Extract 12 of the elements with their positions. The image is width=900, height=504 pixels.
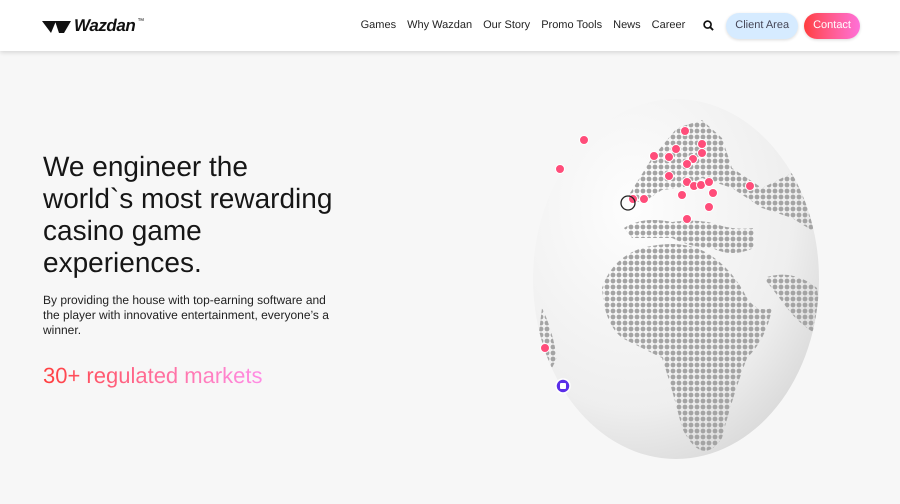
headline: We engineer the world`s most rewarding casino game experiences. [43, 151, 333, 279]
hero-description: By providing the house with top-earning software and the player with innovative entertainment, everyone’s a winner. [43, 293, 330, 338]
logo[interactable]: Wazdan [74, 17, 136, 34]
nav-link[interactable]: News [613, 17, 641, 34]
logo-icon [42, 20, 72, 34]
client-area-button[interactable]: Client Area [726, 12, 798, 38]
nav-link[interactable]: Promo Tools [541, 17, 602, 34]
search-icon[interactable] [703, 20, 714, 31]
nav-link[interactable]: Career [652, 17, 686, 34]
nav-link[interactable]: Games [360, 17, 396, 34]
nav-link[interactable]: Why Wazdan [407, 17, 472, 34]
nav-link[interactable]: Our Story [483, 17, 530, 34]
